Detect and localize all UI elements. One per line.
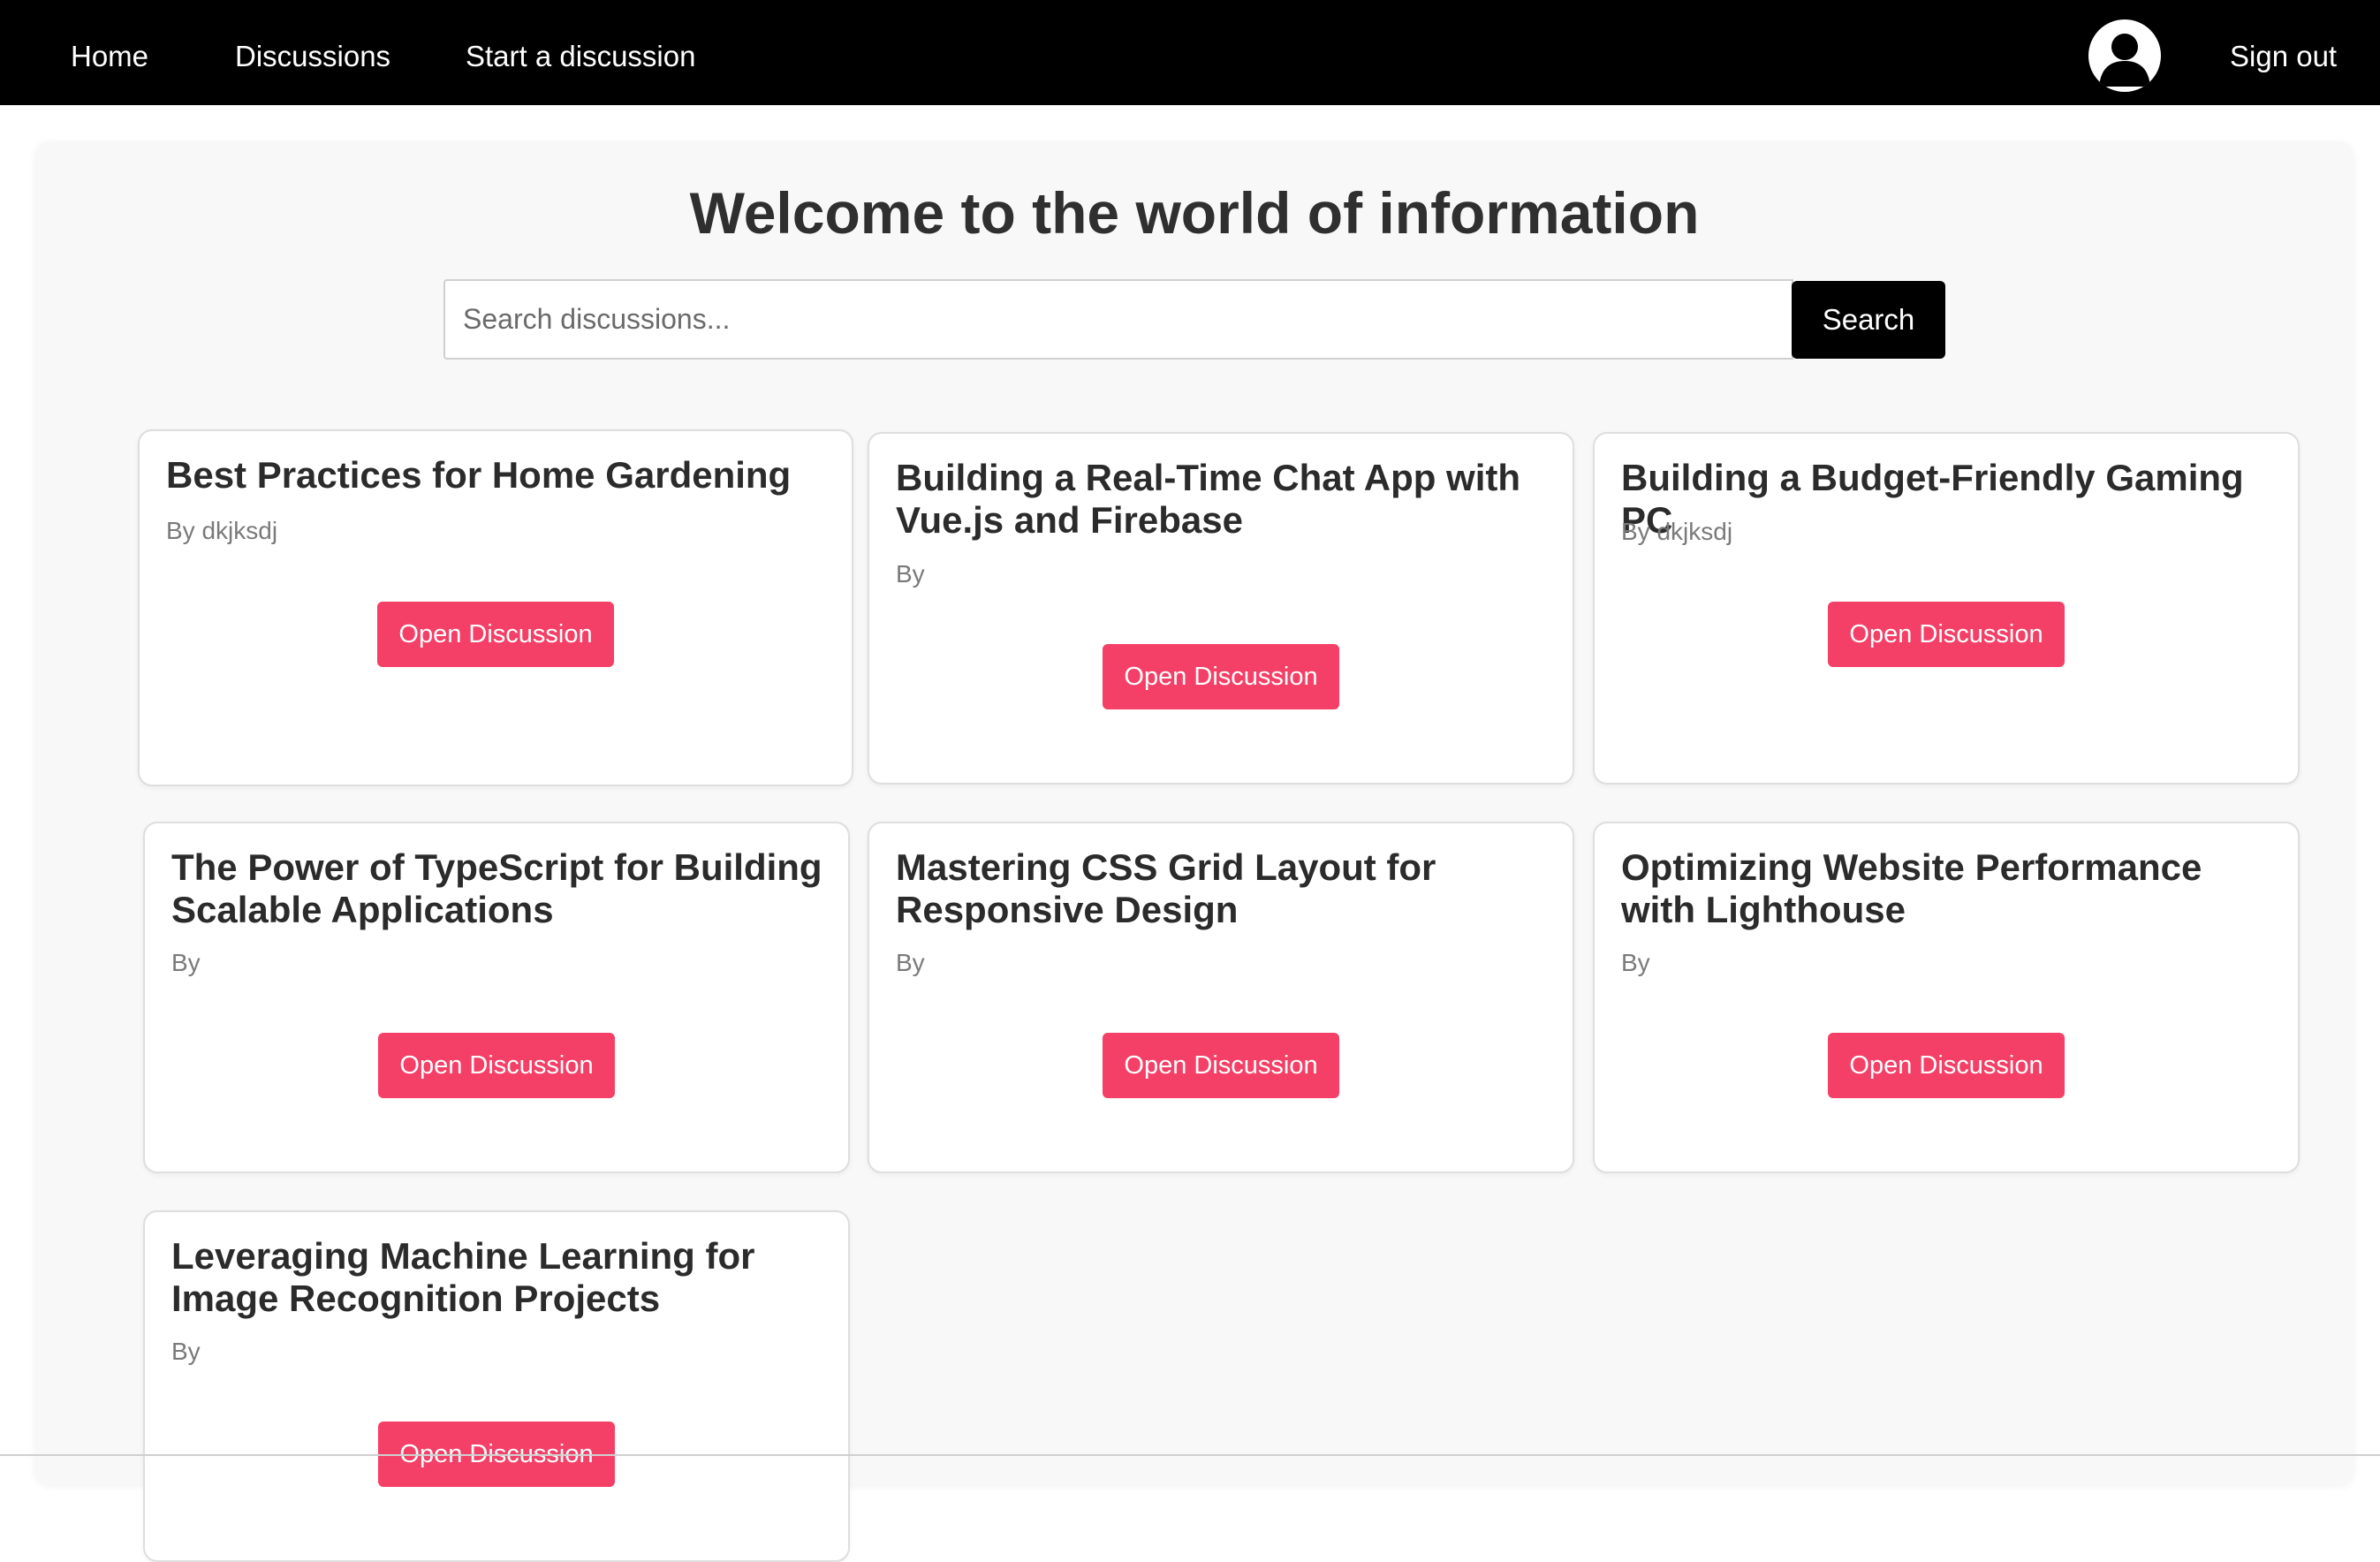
search-input[interactable] [443,279,1793,360]
card-title: The Power of TypeScript for Building Sca… [171,846,822,930]
open-discussion-button[interactable]: Open Discussion [1828,602,2065,667]
card-title: Mastering CSS Grid Layout for Responsive… [896,846,1436,930]
bottom-divider [0,1454,2380,1456]
nav-home-link[interactable]: Home [71,35,148,78]
card-title: Building a Real-Time Chat App with Vue.j… [896,457,1521,541]
search-button[interactable]: Search [1792,281,1945,359]
card-title: Leveraging Machine Learning for Image Re… [171,1235,755,1319]
nav-start-discussion-link[interactable]: Start a discussion [466,35,695,78]
top-navbar: Home Discussions Start a discussion Sign… [0,0,2380,105]
open-discussion-button[interactable]: Open Discussion [1103,1033,1339,1098]
open-discussion-button[interactable]: Open Discussion [1828,1033,2065,1098]
open-discussion-button[interactable]: Open Discussion [1103,644,1339,709]
open-discussion-button[interactable]: Open Discussion [377,602,614,667]
open-discussion-button[interactable]: Open Discussion [378,1033,615,1098]
discussion-card: Mastering CSS Grid Layout for Responsive… [868,822,1574,1173]
nav-discussions-link[interactable]: Discussions [235,35,390,78]
discussion-card: Building a Real-Time Chat App with Vue.j… [868,432,1574,785]
page-title: Welcome to the world of information [689,180,1700,246]
card-author: By dkjksdj [1621,518,1733,545]
card-author: By [1621,949,1650,976]
discussion-card: The Power of TypeScript for Building Sca… [143,822,850,1173]
card-title: Best Practices for Home Gardening [166,454,792,496]
discussion-card: Leveraging Machine Learning for Image Re… [143,1210,850,1562]
discussion-card: Optimizing Website Performance with Ligh… [1593,822,2300,1173]
user-silhouette-icon [2099,34,2150,87]
discussion-card: Building a Budget-Friendly Gaming PC By … [1593,432,2300,785]
discussion-card: Best Practices for Home Gardening By dkj… [138,429,853,786]
user-avatar-icon[interactable] [2088,19,2161,92]
card-author: By [171,1338,201,1365]
card-author: By [171,949,201,976]
card-author: By dkjksdj [166,517,278,544]
card-author: By [896,560,925,588]
card-title: Optimizing Website Performance with Ligh… [1621,846,2202,930]
sign-out-link[interactable]: Sign out [2230,35,2337,78]
card-author: By [896,949,925,976]
